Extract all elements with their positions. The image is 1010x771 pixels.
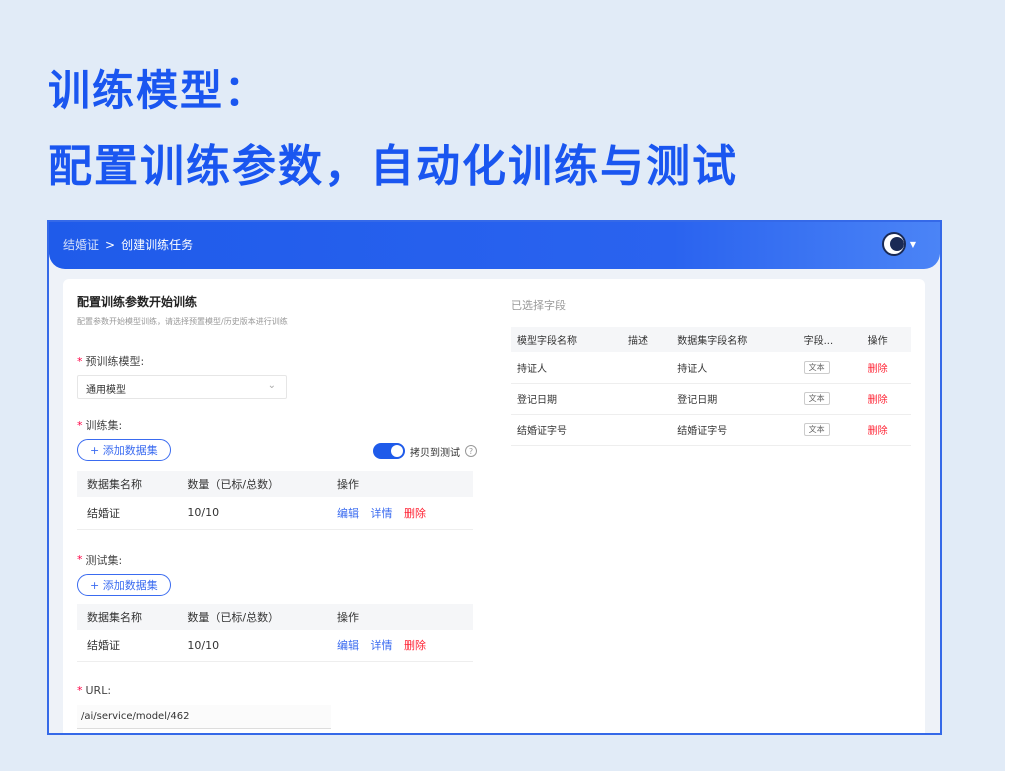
field-action: 删除: [861, 414, 911, 446]
delete-link[interactable]: 删除: [404, 639, 426, 652]
model-field-name: 登记日期: [511, 383, 622, 415]
pretrain-label: * 预训练模型:: [77, 353, 477, 369]
selected-fields-title: 已选择字段: [511, 299, 566, 312]
caret-down-icon[interactable]: ▼: [910, 240, 916, 249]
row-actions: 编辑 详情 删除: [327, 497, 473, 530]
column-header: 操作: [327, 471, 473, 497]
add-train-dataset-button[interactable]: + 添加数据集: [77, 439, 171, 461]
field-description: [621, 414, 672, 446]
copy-to-test-label: 拷贝到测试: [410, 447, 460, 459]
field-description: [621, 383, 672, 415]
field-type: 文本: [797, 414, 862, 446]
required-mark: *: [77, 553, 83, 566]
field-description: [621, 352, 672, 384]
row-actions: 编辑 详情 删除: [327, 629, 473, 662]
column-header: 数据集名称: [77, 603, 178, 630]
field-type-tag: 文本: [803, 392, 830, 405]
field-action: 删除: [861, 383, 911, 415]
form-subtitle: 配置参数开始模型训练，请选择预置模型/历史版本进行训练: [77, 317, 288, 326]
config-form: 配置训练参数开始训练 配置参数开始模型训练，请选择预置模型/历史版本进行训练 *…: [77, 293, 477, 729]
chevron-down-icon: ⌄: [267, 380, 276, 391]
table-row: 结婚证 10/10 编辑 详情 删除: [77, 629, 473, 662]
detail-link[interactable]: 详情: [371, 507, 393, 520]
dataset-name: 结婚证: [77, 497, 178, 530]
train-label: * 训练集:: [77, 417, 477, 433]
app-screenshot: 结婚证 > 创建训练任务 ▼ 配置训练参数开始训练 配置参数开始模型训练，请选择…: [47, 220, 942, 735]
dataset-count: 10/10: [177, 629, 328, 662]
required-mark: *: [77, 684, 83, 697]
field-type: 文本: [797, 383, 862, 415]
edit-link[interactable]: 编辑: [337, 507, 359, 520]
dataset-field-name: 结婚证字号: [671, 414, 798, 446]
test-toolbar: + 添加数据集: [77, 573, 477, 596]
column-header: 模型字段名称: [511, 327, 622, 352]
table-row: 登记日期 登记日期 文本 删除: [511, 383, 911, 415]
breadcrumb-separator: >: [105, 237, 116, 252]
train-label-text: 训练集:: [85, 419, 123, 432]
help-icon[interactable]: ?: [465, 445, 477, 457]
headline-line1: 训练模型：: [48, 66, 269, 115]
model-field-name: 持证人: [511, 352, 622, 384]
main-card: 配置训练参数开始训练 配置参数开始模型训练，请选择预置模型/历史版本进行训练 *…: [63, 279, 925, 733]
column-header: 数据集字段名称: [671, 327, 798, 352]
column-header: 描述: [621, 327, 672, 352]
model-field-name: 结婚证字号: [511, 414, 622, 446]
dataset-field-name: 登记日期: [671, 383, 798, 415]
test-label: * 测试集:: [77, 552, 477, 568]
column-header: 数量（已标/总数）: [177, 471, 328, 497]
field-type: 文本: [797, 352, 862, 384]
avatar-icon[interactable]: [881, 232, 906, 256]
field-type-tag: 文本: [803, 423, 830, 436]
field-type-tag: 文本: [803, 360, 830, 374]
url-label: * URL:: [77, 684, 477, 697]
pretrain-model-select[interactable]: 通用模型 ⌄: [77, 375, 287, 399]
column-header: 操作: [327, 603, 473, 630]
copy-to-test-row: 拷贝到测试 ?: [373, 443, 477, 459]
dataset-name: 结婚证: [77, 629, 178, 662]
required-mark: *: [77, 418, 83, 432]
delete-link[interactable]: 删除: [868, 395, 888, 406]
breadcrumb-root[interactable]: 结婚证: [63, 236, 99, 253]
add-test-dataset-button[interactable]: + 添加数据集: [77, 573, 171, 596]
dataset-count: 10/10: [177, 497, 328, 530]
selected-fields-panel: 已选择字段 模型字段名称 描述 数据集字段名称 字段... 操作 持证人 持证人…: [511, 297, 911, 446]
breadcrumb-current: 创建训练任务: [121, 238, 194, 252]
headline-line2: 配置训练参数，自动化训练与测试: [48, 141, 738, 192]
copy-to-test-toggle[interactable]: [373, 443, 405, 459]
url-label-text: URL:: [85, 684, 112, 697]
required-mark: *: [77, 354, 83, 368]
test-table: 数据集名称 数量（已标/总数） 操作 结婚证 10/10 编辑 详情 删除: [77, 603, 473, 662]
table-header-row: 模型字段名称 描述 数据集字段名称 字段... 操作: [511, 327, 911, 352]
url-input[interactable]: /ai/service/model/462: [77, 705, 331, 729]
breadcrumb: 结婚证 > 创建训练任务: [63, 236, 193, 253]
detail-link[interactable]: 详情: [371, 639, 393, 652]
train-table: 数据集名称 数量（已标/总数） 操作 结婚证 10/10 编辑 详情 删除: [77, 471, 473, 530]
table-row: 持证人 持证人 文本 删除: [511, 352, 911, 384]
top-bar: 结婚证 > 创建训练任务 ▼: [49, 222, 940, 269]
table-row: 结婚证字号 结婚证字号 文本 删除: [511, 414, 911, 446]
table-header-row: 数据集名称 数量（已标/总数） 操作: [77, 471, 473, 497]
train-toolbar: + 添加数据集 拷贝到测试 ?: [77, 439, 477, 463]
table-header-row: 数据集名称 数量（已标/总数） 操作: [77, 603, 473, 630]
column-header: 操作: [861, 327, 911, 352]
pretrain-label-text: 预训练模型:: [85, 355, 145, 368]
table-row: 结婚证 10/10 编辑 详情 删除: [77, 497, 473, 530]
user-menu[interactable]: ▼: [881, 232, 916, 256]
selected-fields-table: 模型字段名称 描述 数据集字段名称 字段... 操作 持证人 持证人 文本 删除: [511, 327, 911, 446]
column-header: 字段...: [797, 327, 862, 352]
delete-link[interactable]: 删除: [868, 426, 888, 437]
edit-link[interactable]: 编辑: [337, 639, 359, 652]
form-title: 配置训练参数开始训练: [77, 295, 198, 309]
dataset-field-name: 持证人: [671, 352, 798, 384]
delete-link[interactable]: 删除: [404, 507, 426, 520]
field-action: 删除: [861, 352, 911, 384]
test-label-text: 测试集:: [85, 553, 123, 567]
delete-link[interactable]: 删除: [868, 364, 888, 375]
column-header: 数据集名称: [77, 471, 178, 497]
pretrain-model-value: 通用模型: [86, 385, 126, 396]
column-header: 数量（已标/总数）: [177, 603, 328, 630]
